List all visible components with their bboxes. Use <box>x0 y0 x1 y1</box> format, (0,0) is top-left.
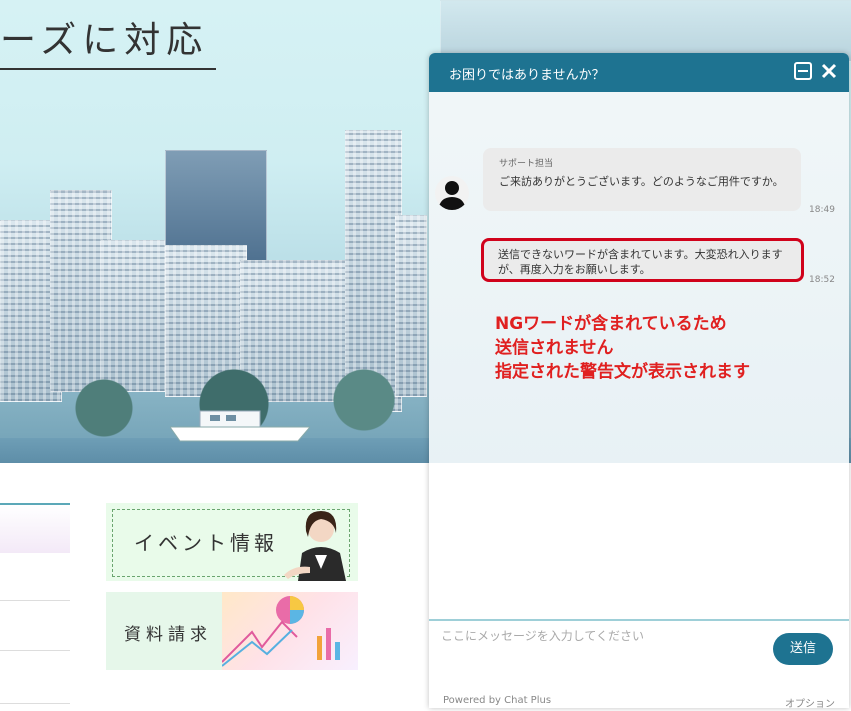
message-time: 18:52 <box>809 275 835 285</box>
chat-title: お困りではありませんか？ <box>449 68 605 83</box>
person-image <box>284 511 346 581</box>
event-info-label: イベント情報 <box>134 531 278 555</box>
annotation-line: NGワードが含まれているため <box>495 314 727 334</box>
document-request-label: 資料請求 <box>124 625 212 645</box>
document-image <box>221 592 358 670</box>
page-tab[interactable] <box>0 503 70 553</box>
minimize-icon[interactable] <box>793 61 813 81</box>
message-input[interactable]: ここにメッセージを入力してください <box>441 627 644 644</box>
message-text: ご来訪ありがとうございます。どのようなご用件ですか。 <box>499 175 784 188</box>
send-button[interactable]: 送信 <box>773 633 833 665</box>
close-icon[interactable] <box>819 61 839 81</box>
support-message-bubble: サポート担当 ご来訪ありがとうございます。どのようなご用件ですか。 <box>483 148 801 211</box>
message-sender: サポート担当 <box>499 159 554 169</box>
divider <box>0 650 70 651</box>
option-link[interactable]: オプション <box>785 695 835 708</box>
hero-title: ーズに対応 <box>0 18 217 70</box>
chat-messages: サポート担当 ご来訪ありがとうございます。どのようなご用件ですか。 18:49 … <box>429 92 849 463</box>
divider <box>0 600 70 601</box>
chat-header: お困りではありませんか？ <box>429 53 849 92</box>
user-avatar-icon <box>435 176 469 210</box>
powered-by-link[interactable]: Powered by Chat Plus <box>443 695 551 706</box>
message-time: 18:49 <box>809 205 835 215</box>
warning-message-bubble: 送信できないワードが含まれています。大変恐れ入りますが、再度入力をお願いします。 <box>481 238 804 282</box>
ng-word-annotation: NGワードが含まれているため 送信されません 指定された警告文が表示されます <box>495 312 750 384</box>
event-info-banner[interactable]: イベント情報 <box>106 503 358 581</box>
divider <box>0 703 70 704</box>
annotation-line: 送信されません <box>495 338 614 358</box>
warning-message-text: 送信できないワードが含まれています。大変恐れ入りますが、再度入力をお願いします。 <box>498 248 783 276</box>
document-request-banner[interactable]: 資料請求 <box>106 592 358 670</box>
message-input-area[interactable]: ここにメッセージを入力してください 送信 Powered by Chat Plu… <box>429 619 849 708</box>
boat-image <box>170 410 310 442</box>
chat-widget: お困りではありませんか？ サポート担当 ご来訪ありがとうございます。どのようなご… <box>429 53 849 708</box>
annotation-line: 指定された警告文が表示されます <box>495 362 750 382</box>
